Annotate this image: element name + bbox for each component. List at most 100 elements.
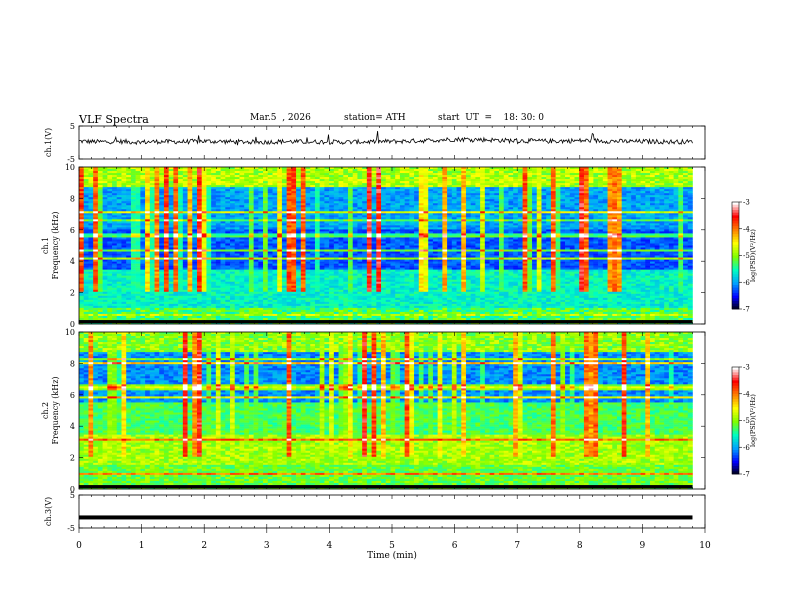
heatmap-cell xyxy=(437,219,443,222)
heatmap-cell xyxy=(527,193,533,196)
heatmap-cell xyxy=(366,191,372,194)
heatmap-cell xyxy=(239,185,245,188)
heatmap-cell xyxy=(220,181,226,184)
heatmap-cell xyxy=(244,215,250,218)
heatmap-cell xyxy=(536,201,542,204)
heatmap-cell xyxy=(107,179,113,182)
heatmap-cell xyxy=(248,217,254,220)
heatmap-cell xyxy=(277,191,283,194)
heatmap-cell xyxy=(296,211,302,214)
heatmap-cell xyxy=(475,221,481,224)
heatmap-cell xyxy=(541,199,547,202)
heatmap-cell xyxy=(602,183,608,186)
heatmap-cell xyxy=(527,231,533,234)
heatmap-cell xyxy=(432,211,438,214)
heatmap-cell xyxy=(683,175,689,178)
heatmap-cell xyxy=(234,197,240,200)
heatmap-cell xyxy=(192,211,198,214)
heatmap-cell xyxy=(187,181,193,184)
heatmap-cell xyxy=(602,231,608,234)
heatmap-cell xyxy=(423,239,429,242)
heatmap-cell xyxy=(607,191,613,194)
heatmap-cell xyxy=(163,217,169,220)
heatmap-cell xyxy=(135,239,141,242)
heatmap-cell xyxy=(635,197,641,200)
heatmap-cell xyxy=(508,237,514,240)
heatmap-cell xyxy=(480,219,486,222)
heatmap-cell xyxy=(621,237,627,240)
heatmap-cell xyxy=(116,199,122,202)
heatmap-cell xyxy=(527,181,533,184)
heatmap-cell xyxy=(532,219,538,222)
heatmap-cell xyxy=(560,191,566,194)
heatmap-cell xyxy=(579,179,585,182)
heatmap-cell xyxy=(602,185,608,188)
heatmap-cell xyxy=(451,181,457,184)
heatmap-cell xyxy=(456,229,462,232)
heatmap-cell xyxy=(626,223,632,226)
heatmap-cell xyxy=(428,187,434,190)
heatmap-cell xyxy=(281,231,287,234)
heatmap-cell xyxy=(565,227,571,230)
heatmap-cell xyxy=(163,233,169,236)
heatmap-cell xyxy=(381,201,387,204)
heatmap-cell xyxy=(211,221,217,224)
heatmap-cell xyxy=(428,183,434,186)
heatmap-cell xyxy=(168,183,174,186)
heatmap-cell xyxy=(583,187,589,190)
heatmap-cell xyxy=(93,237,99,240)
heatmap-cell xyxy=(371,225,377,228)
heatmap-cell xyxy=(612,227,618,230)
heatmap-cell xyxy=(480,209,486,212)
heatmap-cell xyxy=(456,189,462,192)
heatmap-cell xyxy=(550,201,556,204)
heatmap-cell xyxy=(196,229,202,232)
heatmap-cell xyxy=(230,239,236,242)
heatmap-cell xyxy=(121,221,127,224)
heatmap-cell xyxy=(178,227,184,230)
heatmap-cell xyxy=(112,239,118,242)
heatmap-cell xyxy=(253,211,259,214)
heatmap-cell xyxy=(565,221,571,224)
heatmap-cell xyxy=(399,185,405,188)
heatmap-cell xyxy=(376,201,382,204)
heatmap-cell xyxy=(555,181,561,184)
heatmap-cell xyxy=(494,231,500,234)
heatmap-cell xyxy=(428,193,434,196)
heatmap-cell xyxy=(305,207,311,210)
heatmap-cell xyxy=(220,171,226,174)
heatmap-cell xyxy=(206,215,212,218)
heatmap-cell xyxy=(291,183,297,186)
heatmap-cell xyxy=(130,237,136,240)
heatmap-cell xyxy=(135,197,141,200)
heatmap-cell xyxy=(258,187,264,190)
heatmap-cell xyxy=(296,187,302,190)
heatmap-cell xyxy=(149,207,155,210)
heatmap-cell xyxy=(574,187,580,190)
heatmap-cell xyxy=(588,197,594,200)
heatmap-cell xyxy=(272,187,278,190)
heatmap-cell xyxy=(499,211,505,214)
heatmap-cell xyxy=(135,199,141,202)
heatmap-cell xyxy=(88,173,94,176)
heatmap-cell xyxy=(168,227,174,230)
heatmap-cell xyxy=(532,179,538,182)
heatmap-cell xyxy=(281,179,287,182)
heatmap-cell xyxy=(347,239,354,242)
heatmap-cell xyxy=(640,223,646,226)
heatmap-cell xyxy=(390,169,396,172)
heatmap-cell xyxy=(305,177,311,180)
heatmap-cell xyxy=(112,195,118,198)
heatmap-cell xyxy=(513,193,519,196)
heatmap-cell xyxy=(569,211,575,214)
heatmap-cell xyxy=(659,197,665,200)
heatmap-cell xyxy=(149,221,155,224)
heatmap-cell xyxy=(366,237,372,240)
heatmap-cell xyxy=(178,229,184,232)
heatmap-cell xyxy=(418,221,424,224)
heatmap-cell xyxy=(480,185,486,188)
heatmap-cell xyxy=(178,233,184,236)
heatmap-cell xyxy=(654,231,660,234)
heatmap-cell xyxy=(248,199,254,202)
heatmap-cell xyxy=(673,233,679,236)
